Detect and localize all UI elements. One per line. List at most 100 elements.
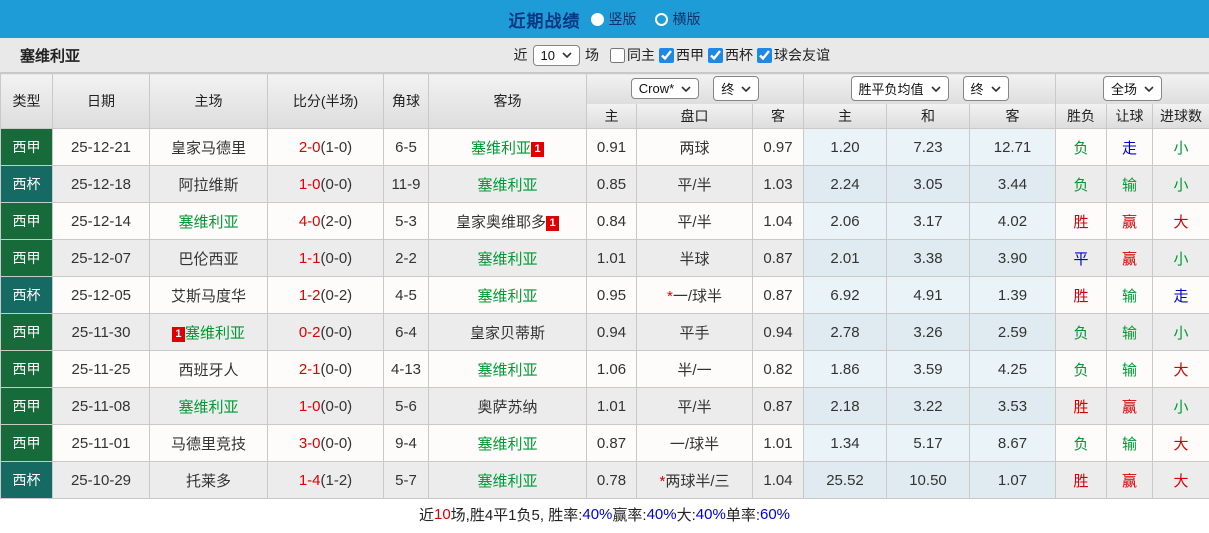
subheader-winloss: 胜负 xyxy=(1055,103,1108,129)
handicap-away-odds-cell: 1.04 xyxy=(752,202,804,240)
team-name-text: 皇家马德里 xyxy=(170,139,246,157)
handicap-result-cell: 走 xyxy=(1106,128,1154,166)
fulltime-score: 3-0 xyxy=(298,434,321,452)
radio-selected-icon[interactable] xyxy=(590,12,604,26)
radio-unselected-icon[interactable] xyxy=(654,12,668,26)
league-cell: 西杯 xyxy=(0,165,53,203)
table-row: 西甲 25-12-07 巴伦西亚 1-1(0-0) 2-2 塞维利亚 1.01 半球 0.87 2… xyxy=(0,239,1209,277)
filter-checkbox[interactable] xyxy=(659,47,674,63)
avg-home-cell: 25.52 xyxy=(803,461,887,499)
filter-checkbox-item-1[interactable]: 西甲 xyxy=(659,45,708,65)
filter-checkbox-label: 同主 xyxy=(627,47,655,63)
summary-part: 近 xyxy=(418,506,434,524)
corners-cell: 4-5 xyxy=(383,276,429,314)
table-row: 西甲 25-11-01 马德里竞技 3-0(0-0) 9-4 塞维利亚 0.87 一/球半 1.… xyxy=(0,424,1209,462)
home-team-cell: 西班牙人 xyxy=(149,350,268,388)
winloss-cell: 负 xyxy=(1055,313,1108,351)
handicap-home-odds-cell: 1.06 xyxy=(586,350,637,388)
avg-away-cell: 3.90 xyxy=(968,239,1057,277)
radio-vertical[interactable]: 竖版 xyxy=(590,9,637,29)
summary-part: 场,胜4平1负5, 胜率: xyxy=(450,506,583,524)
halftime-score: (0-0) xyxy=(320,175,353,193)
filter-checkbox-item-0[interactable]: 同主 xyxy=(610,45,659,65)
avg-away-cell: 12.71 xyxy=(968,128,1057,166)
handicap-line-cell: 平/半 xyxy=(636,165,753,203)
avg-draw-cell: 3.17 xyxy=(886,202,970,240)
score-cell: 4-0(2-0) xyxy=(267,202,384,240)
odds-source-select[interactable]: Crow* xyxy=(630,78,700,100)
summary-part: 单率: xyxy=(725,506,760,524)
filter-controls: 近 10 场 同主 西甲 西杯 球会友谊 xyxy=(513,44,834,66)
team-name-text: 托莱多 xyxy=(185,472,231,490)
filter-checkbox[interactable] xyxy=(708,47,723,63)
avg-home-cell: 2.18 xyxy=(803,387,887,425)
team-name-text: 艾斯马度华 xyxy=(170,287,246,305)
team-name-text: 塞维利亚 xyxy=(477,250,538,268)
corners-cell: 5-7 xyxy=(383,461,429,499)
avg-final-select[interactable]: 终 xyxy=(962,76,1009,102)
team-name-text: 皇家奥维耶多 xyxy=(455,213,546,231)
subheader-avg-draw: 和 xyxy=(886,103,970,129)
fulltime-score: 1-1 xyxy=(298,249,321,267)
near-label: 近 xyxy=(513,47,528,63)
odds-final-value: 终 xyxy=(721,82,735,98)
handicap-away-odds-cell: 0.87 xyxy=(752,387,804,425)
handicap-away-odds-cell: 0.87 xyxy=(752,276,804,314)
avg-home-cell: 2.01 xyxy=(803,239,887,277)
winloss-cell: 负 xyxy=(1055,424,1108,462)
handicap-line-text: 两球半/三 xyxy=(665,472,730,490)
avg-away-cell: 4.02 xyxy=(968,202,1057,240)
filter-checkbox-item-3[interactable]: 球会友谊 xyxy=(757,45,834,65)
handicap-result-cell: 输 xyxy=(1106,276,1154,314)
winloss-cell: 胜 xyxy=(1055,276,1108,314)
home-team-cell: 马德里竞技 xyxy=(149,424,268,462)
table-row: 西杯 25-12-18 阿拉维斯 1-0(0-0) 11-9 塞维利亚 0.85 平/半 1.0… xyxy=(0,165,1209,203)
match-count-select[interactable]: 10 xyxy=(532,44,580,66)
radio-horizontal[interactable]: 横版 xyxy=(654,9,701,29)
avg-odds-header-group: 胜平负均值 终 xyxy=(802,73,1057,104)
summary-part: 60% xyxy=(759,505,791,523)
team-name-text: 塞维利亚 xyxy=(470,139,531,157)
odds-source-value: Crow* xyxy=(638,81,675,97)
winloss-cell: 负 xyxy=(1055,350,1108,388)
filter-checkbox-item-2[interactable]: 西杯 xyxy=(708,45,757,65)
handicap-result-cell: 输 xyxy=(1106,424,1154,462)
chevron-down-icon xyxy=(562,52,572,58)
league-filter-checkboxes: 同主 西甲 西杯 球会友谊 xyxy=(610,45,834,65)
summary-line: 近 10 场,胜4平1负5, 胜率: 40% 赢率: 40% 大: 40% 单率: 60% xyxy=(0,499,1209,529)
league-cell: 西甲 xyxy=(0,387,53,425)
summary-part: 10 xyxy=(433,505,451,523)
score-cell: 1-1(0-0) xyxy=(267,239,384,277)
red-card-badge: 1 xyxy=(546,215,559,231)
subheader-avg-away: 客 xyxy=(968,103,1057,129)
scope-value: 全场 xyxy=(1111,82,1138,98)
filter-checkbox[interactable] xyxy=(610,47,625,63)
scope-select[interactable]: 全场 xyxy=(1103,76,1163,102)
avg-source-select[interactable]: 胜平负均值 xyxy=(850,76,949,102)
odds-final-select[interactable]: 终 xyxy=(713,76,760,102)
goals-result-cell: 大 xyxy=(1152,350,1209,388)
corners-cell: 11-9 xyxy=(383,165,429,203)
summary-part: 40% xyxy=(695,505,726,523)
match-count-value: 10 xyxy=(540,47,555,63)
goals-result-cell: 大 xyxy=(1152,424,1209,462)
handicap-result-cell: 赢 xyxy=(1106,387,1154,425)
table-row: 西甲 25-11-25 西班牙人 2-1(0-0) 4-13 塞维利亚 1.06 半/一 0.8… xyxy=(0,350,1209,388)
result-header-group: 全场 xyxy=(1055,73,1209,104)
avg-draw-cell: 10.50 xyxy=(886,461,970,499)
handicap-line-cell: 两球 xyxy=(636,128,753,166)
handicap-result-cell: 赢 xyxy=(1106,202,1154,240)
radio-horizontal-label: 横版 xyxy=(672,11,701,27)
summary-part: 40% xyxy=(646,505,677,523)
team-name-text: 塞维利亚 xyxy=(178,398,239,416)
games-label: 场 xyxy=(585,47,599,63)
handicap-line-text: 平/半 xyxy=(677,398,712,416)
chevron-down-icon xyxy=(741,86,751,92)
avg-home-cell: 2.78 xyxy=(803,313,887,351)
handicap-line-cell: 平/半 xyxy=(636,202,753,240)
filter-checkbox[interactable] xyxy=(757,47,772,63)
handicap-home-odds-cell: 0.94 xyxy=(586,313,637,351)
handicap-line-text: 半球 xyxy=(679,250,710,268)
handicap-header-group: Crow* 终 xyxy=(586,73,804,104)
handicap-away-odds-cell: 1.04 xyxy=(752,461,804,499)
